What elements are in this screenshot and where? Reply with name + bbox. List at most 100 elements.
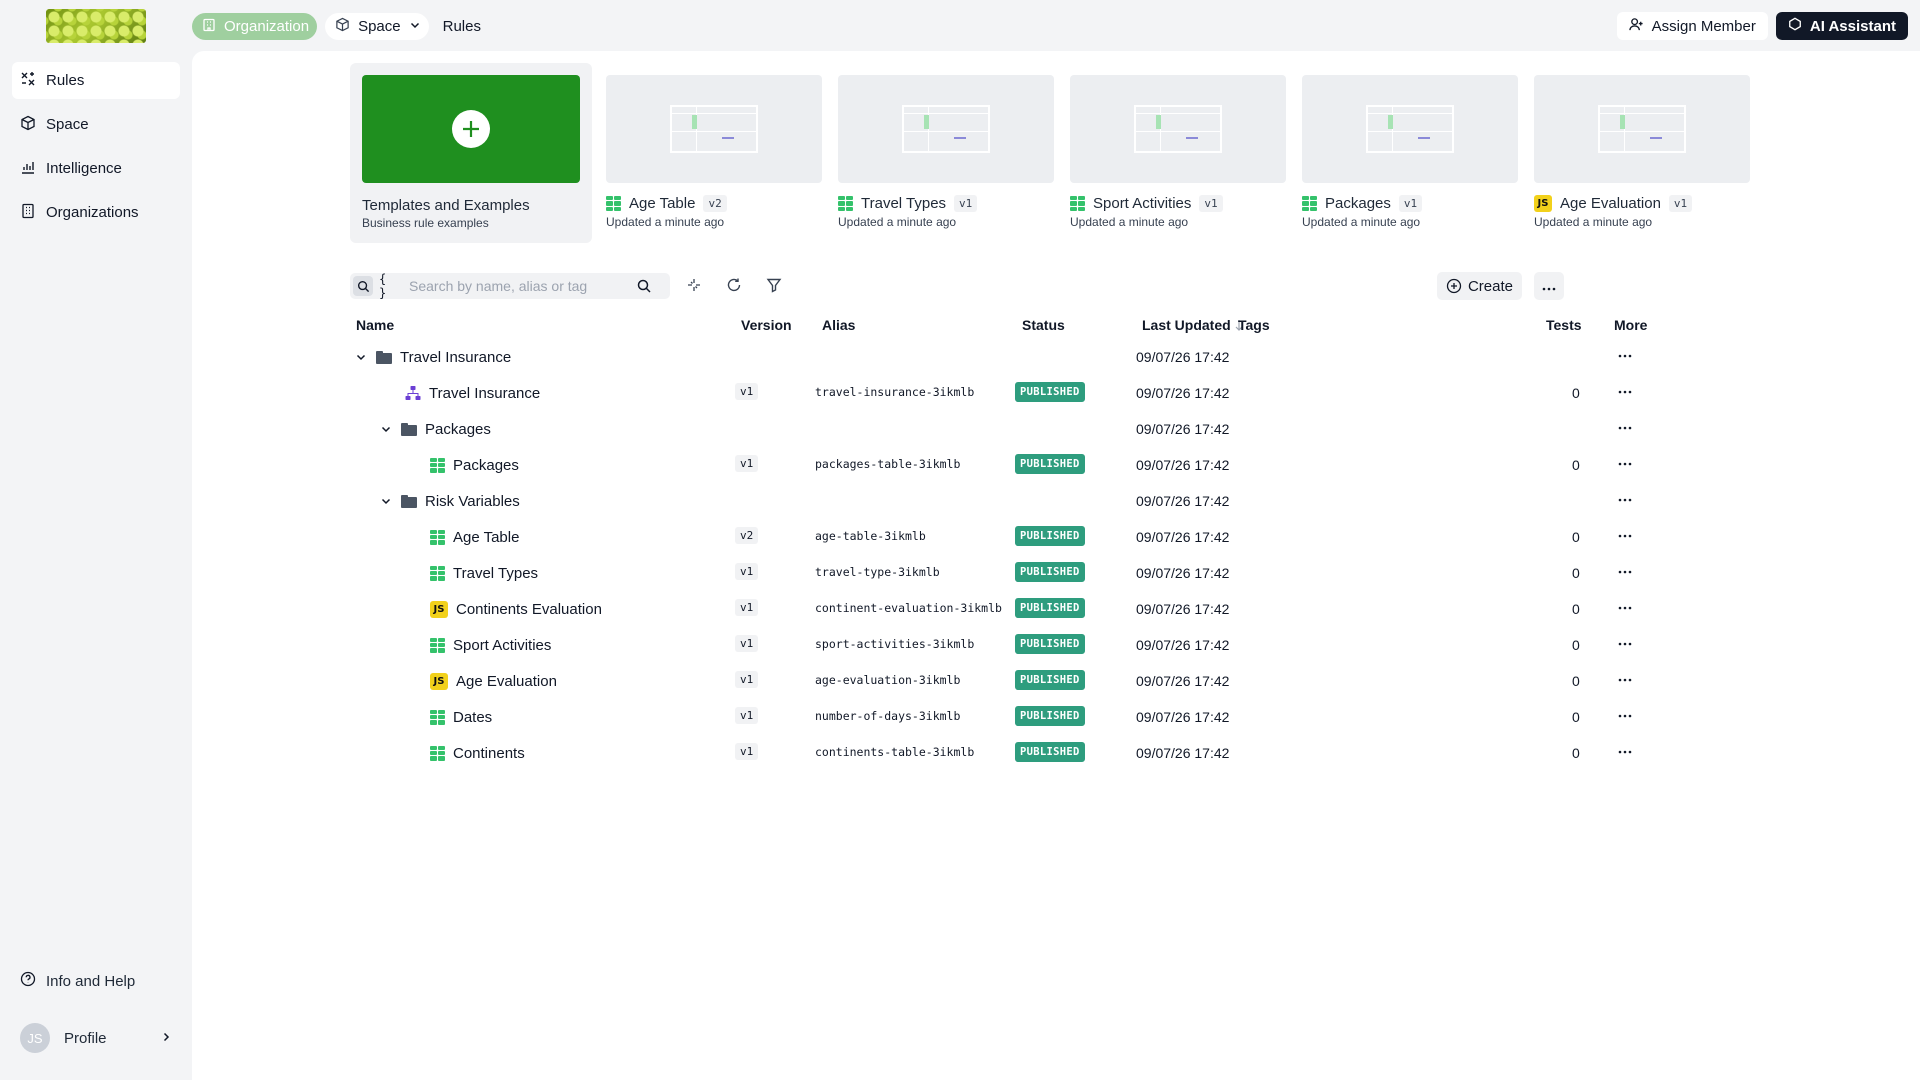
js-icon: JS — [430, 600, 448, 618]
version-badge: v1 — [1398, 195, 1423, 212]
search-mode-toggle[interactable] — [353, 276, 373, 296]
info-and-help-link[interactable]: Info and Help — [12, 969, 180, 993]
recent-rule-title: Age Evaluation — [1560, 195, 1661, 212]
refresh-icon[interactable] — [726, 277, 742, 297]
table-row[interactable]: Dates v1 number-of-days-3ikmlb PUBLISHED 09/… — [350, 699, 1632, 735]
row-more-button[interactable] — [1615, 671, 1635, 689]
row-name[interactable]: Travel Insurance — [429, 385, 540, 402]
recent-rule-card[interactable]: Packages v1 Updated a minute ago — [1302, 75, 1518, 229]
templates-card[interactable]: Templates and Examples Business rule exa… — [350, 63, 592, 243]
status-badge: PUBLISHED — [1015, 562, 1085, 582]
search-icon[interactable] — [637, 279, 651, 293]
row-name[interactable]: Risk Variables — [425, 493, 520, 510]
row-name[interactable]: Packages — [425, 421, 491, 438]
search-input[interactable] — [409, 278, 639, 294]
logo[interactable] — [46, 9, 146, 43]
profile-button[interactable]: JS Profile — [12, 1021, 172, 1055]
rules-icon — [20, 71, 36, 91]
hexagon-icon — [1788, 17, 1802, 35]
column-header-tags[interactable]: Tags — [1238, 317, 1270, 333]
column-header-status[interactable]: Status — [1022, 317, 1065, 333]
recent-rule-title: Travel Types — [861, 195, 947, 212]
column-header-more: More — [1614, 317, 1648, 333]
row-more-button[interactable] — [1615, 707, 1635, 725]
row-name[interactable]: Dates — [453, 709, 492, 726]
recent-rule-updated: Updated a minute ago — [1302, 215, 1421, 229]
column-header-version[interactable]: Version — [741, 317, 792, 333]
recent-rule-thumbnail — [606, 75, 822, 183]
row-more-button[interactable] — [1615, 455, 1635, 473]
table-row[interactable]: Travel Insurance v1 travel-insurance-3ikml… — [350, 375, 1632, 411]
row-more-button[interactable] — [1615, 347, 1635, 365]
table-row[interactable]: Sport Activities v1 sport-activities-3ikml… — [350, 627, 1632, 663]
table-header: Name Version Alias Status Last Updated T… — [350, 309, 1647, 339]
row-more-button[interactable] — [1615, 491, 1635, 509]
row-name[interactable]: Travel Types — [453, 565, 538, 582]
row-more-button[interactable] — [1615, 563, 1635, 581]
table-row[interactable]: JS Continents Evaluation v1 continent-evalu… — [350, 591, 1632, 627]
column-header-name[interactable]: Name — [356, 317, 394, 333]
sidebar-item-space[interactable]: Space — [12, 106, 180, 143]
recent-rule-updated: Updated a minute ago — [1534, 215, 1653, 229]
table-icon — [430, 529, 445, 545]
rules-table: Name Version Alias Status Last Updated T… — [350, 309, 1647, 771]
toolbar-more-button[interactable] — [1534, 272, 1564, 300]
recent-rule-card[interactable]: Age Table v2 Updated a minute ago — [606, 75, 822, 229]
sidebar: Rules Space Intelligence Organizations I… — [0, 51, 192, 1080]
recent-rule-thumbnail — [838, 75, 1054, 183]
table-row[interactable]: Continents v1 continents-table-3ikmlb PUBLI… — [350, 735, 1632, 771]
chevron-down-icon[interactable] — [379, 494, 393, 508]
breadcrumb-space-dropdown[interactable]: Space — [325, 13, 429, 40]
recent-rule-updated: Updated a minute ago — [838, 215, 957, 229]
cube-icon — [20, 115, 36, 135]
row-more-button[interactable] — [1615, 635, 1635, 653]
filter-icon[interactable] — [766, 277, 782, 297]
table-row[interactable]: Packages v1 packages-table-3ikmlb PUBLISHED… — [350, 447, 1632, 483]
row-more-button[interactable] — [1615, 419, 1635, 437]
table-row[interactable]: JS Age Evaluation v1 age-evaluation-3ikmlb P… — [350, 663, 1632, 699]
status-badge: PUBLISHED — [1015, 382, 1085, 402]
row-name[interactable]: Age Table — [453, 529, 519, 546]
row-name[interactable]: Continents — [453, 745, 525, 762]
sidebar-item-rules[interactable]: Rules — [12, 62, 180, 99]
ellipsis-icon — [1618, 714, 1632, 718]
row-name[interactable]: Travel Insurance — [400, 349, 511, 366]
table-row[interactable]: Age Table v2 age-table-3ikmlb PUBLISHED 09/0… — [350, 519, 1632, 555]
chevron-down-icon[interactable] — [354, 350, 368, 364]
breadcrumb-organization[interactable]: Organization — [192, 13, 318, 40]
sidebar-item-organizations[interactable]: Organizations — [12, 194, 180, 231]
folder-row[interactable]: Travel Insurance 09/07/26 17:42 — [350, 339, 1632, 375]
row-more-button[interactable] — [1615, 599, 1635, 617]
row-name[interactable]: Age Evaluation — [456, 673, 557, 690]
recent-rule-card[interactable]: JS Age Evaluation v1 Updated a minute ago — [1534, 75, 1750, 229]
column-header-last-updated[interactable]: Last Updated — [1142, 317, 1244, 333]
query-mode-toggle[interactable]: { } — [379, 272, 399, 300]
chevron-down-icon[interactable] — [379, 422, 393, 436]
assign-member-button[interactable]: Assign Member — [1616, 12, 1768, 40]
js-icon: JS — [430, 672, 448, 690]
row-name[interactable]: Sport Activities — [453, 637, 551, 654]
folder-row[interactable]: Packages 09/07/26 17:42 — [350, 411, 1632, 447]
column-header-tests[interactable]: Tests — [1546, 317, 1582, 333]
row-more-button[interactable] — [1615, 743, 1635, 761]
folder-row[interactable]: Risk Variables 09/07/26 17:42 — [350, 483, 1632, 519]
ellipsis-icon — [1618, 426, 1632, 430]
status-badge: PUBLISHED — [1015, 742, 1085, 762]
row-more-button[interactable] — [1615, 383, 1635, 401]
create-button[interactable]: Create — [1436, 272, 1522, 300]
recent-rule-card[interactable]: Sport Activities v1 Updated a minute ago — [1070, 75, 1286, 229]
sidebar-item-intelligence[interactable]: Intelligence — [12, 150, 180, 187]
ai-assistant-button[interactable]: AI Assistant — [1775, 12, 1908, 40]
table-row[interactable]: Travel Types v1 travel-type-3ikmlb PUBLISHE… — [350, 555, 1632, 591]
sparkle-icon[interactable] — [686, 277, 702, 297]
row-name[interactable]: Packages — [453, 457, 519, 474]
recent-rule-card[interactable]: Travel Types v1 Updated a minute ago — [838, 75, 1054, 229]
row-tests-count: 0 — [1572, 385, 1580, 401]
row-name[interactable]: Continents Evaluation — [456, 601, 602, 618]
column-header-alias[interactable]: Alias — [822, 317, 855, 333]
folder-icon — [401, 494, 417, 508]
status-badge: PUBLISHED — [1015, 634, 1085, 654]
breadcrumb-rules[interactable]: Rules — [437, 18, 481, 35]
row-tests-count: 0 — [1572, 565, 1580, 581]
row-more-button[interactable] — [1615, 527, 1635, 545]
